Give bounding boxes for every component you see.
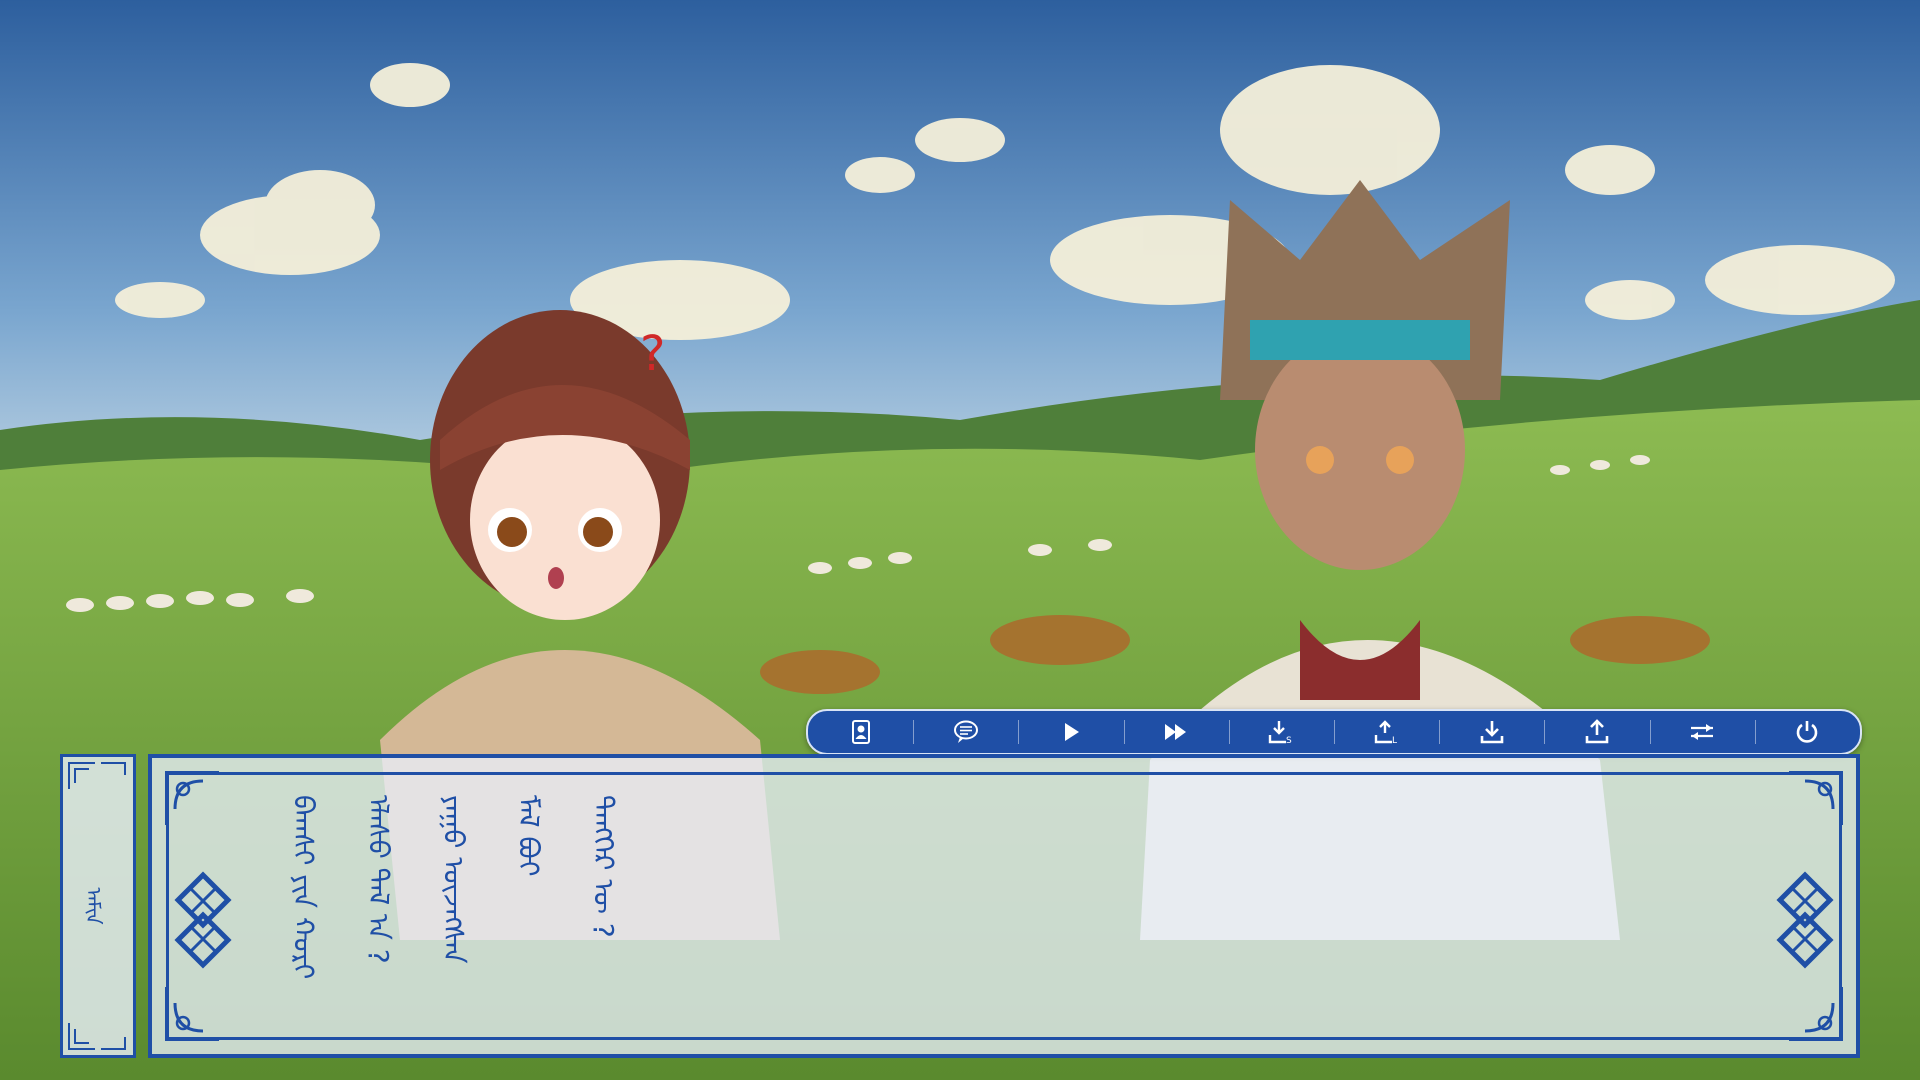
question-mark-icon: ? <box>640 326 665 382</box>
load-button[interactable] <box>1544 711 1649 753</box>
log-button[interactable] <box>913 711 1018 753</box>
quick-save-button[interactable]: S <box>1228 711 1334 753</box>
corner-ornament-icon <box>68 762 126 789</box>
fast-forward-icon <box>1165 724 1187 740</box>
auto-play-button[interactable] <box>1018 711 1123 753</box>
skip-button[interactable] <box>1123 711 1229 753</box>
game-toolbar: S L <box>806 709 1862 755</box>
corner-ornament-icon <box>1789 987 1843 1041</box>
dialog-text: ᠲᠡᠩᠭᠡᠷ ᠦ ? ᠮᠠᠯ ᠪᠣᠢ ᠶᠠᠭᠤ ᠦᠵᠡᠭᠰᠡᠨ ᠡᠯᠡᠰᠦ ᠲᠠ… <box>279 795 628 1035</box>
quick-load-button[interactable]: L <box>1334 711 1439 753</box>
dialog-box[interactable]: ᠲᠡᠩᠭᠡᠷ ᠦ ? ᠮᠠᠯ ᠪᠣᠢ ᠶᠠᠭᠤ ᠦᠵᠡᠭᠰᠡᠨ ᠡᠯᠡᠰᠦ ᠲᠠ… <box>148 754 1860 1058</box>
upload-icon <box>1585 719 1609 744</box>
corner-ornament-icon <box>165 771 219 825</box>
dialog-inner-frame: ᠲᠡᠩᠭᠡᠷ ᠦ ? ᠮᠠᠯ ᠪᠣᠢ ᠶᠠᠭᠤ ᠦᠵᠡᠭᠰᠡᠨ ᠡᠯᠡᠰᠦ ᠲᠠ… <box>165 771 1843 1041</box>
download-icon <box>1480 721 1504 744</box>
profile-button[interactable] <box>808 711 913 753</box>
dialog-line: ᠡᠯᠡᠰᠦ ᠲᠠᠯ ᠠ ? <box>362 795 395 964</box>
endless-knot-icon <box>1776 871 1834 969</box>
exit-button[interactable] <box>1754 711 1860 753</box>
dialog-line: ᠪᠠᠭᠰᠢ ᠶᠢᠨ ᠬᠤᠷᠢ <box>287 795 320 980</box>
dialog-line: ᠲᠡᠩᠭᠡᠷ ᠦ ? <box>587 795 620 938</box>
speech-bubble-icon <box>953 720 978 743</box>
save-button[interactable] <box>1439 711 1544 753</box>
speaker-name: ᠠᠮᠢᠨ <box>81 887 106 925</box>
sliders-icon <box>1691 724 1714 740</box>
power-icon <box>1797 721 1818 743</box>
speaker-name-box: ᠠᠮᠢᠨ <box>60 754 136 1058</box>
quick-save-icon: S <box>1269 721 1292 746</box>
profile-card-icon <box>851 720 870 744</box>
dialog-line: ᠶᠠᠭᠤ ᠦᠵᠡᠭᠰᠡᠨ <box>437 795 470 964</box>
play-icon <box>1065 723 1079 741</box>
settings-button[interactable] <box>1649 711 1755 753</box>
svg-text:S: S <box>1286 736 1292 746</box>
corner-ornament-icon <box>165 987 219 1041</box>
svg-text:L: L <box>1392 736 1397 746</box>
endless-knot-icon <box>174 871 232 969</box>
corner-ornament-icon <box>1789 771 1843 825</box>
quick-load-icon: L <box>1374 720 1397 746</box>
corner-ornament-icon <box>68 1023 126 1050</box>
dialog-line: ᠮᠠᠯ ᠪᠣᠢ <box>512 795 545 877</box>
